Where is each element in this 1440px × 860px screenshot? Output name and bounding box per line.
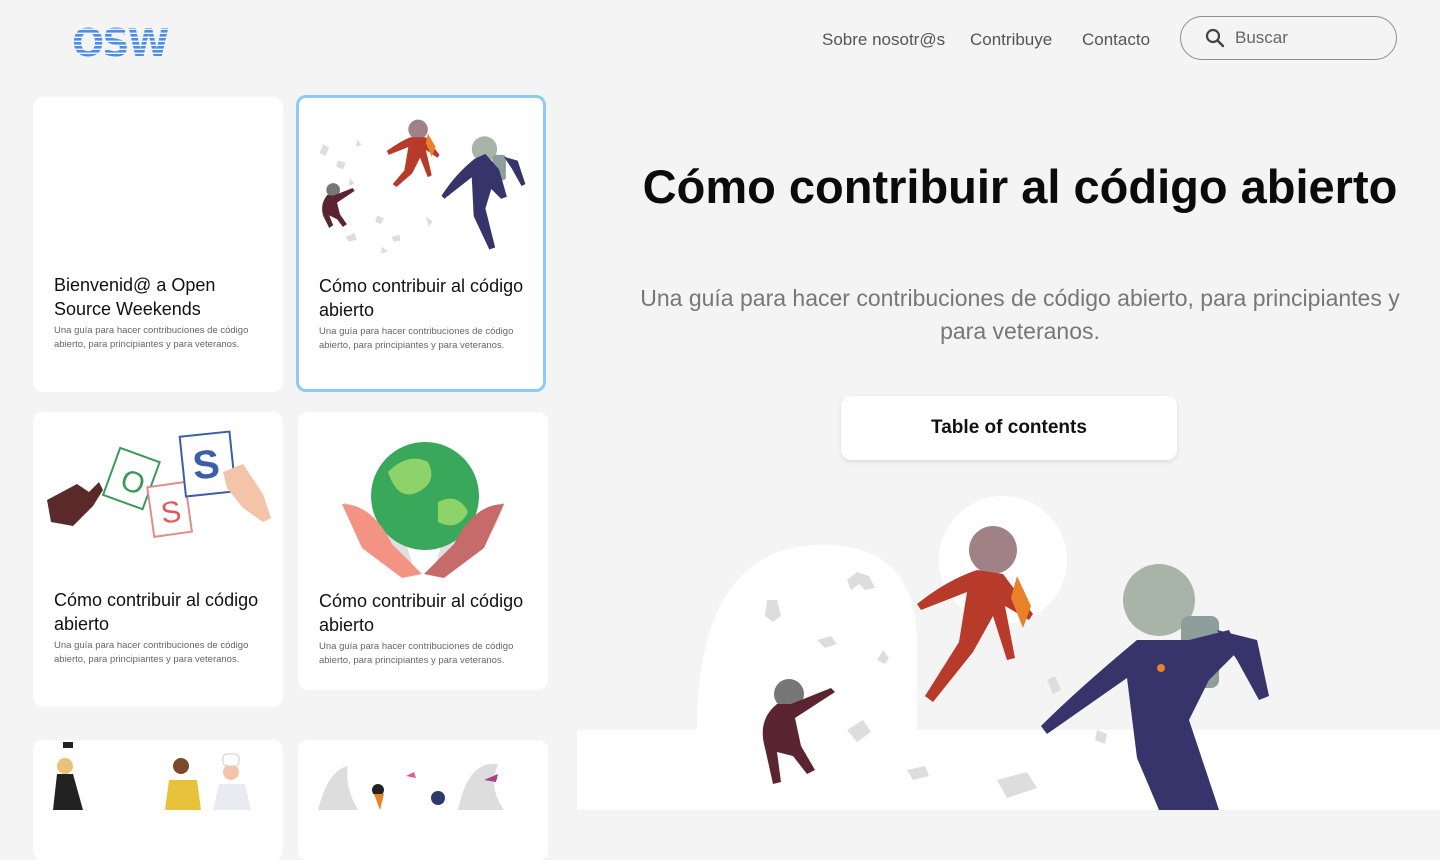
- page-title: Cómo contribuir al código abierto: [642, 160, 1398, 213]
- card-description: Una guía para hacer contribuciones de có…: [319, 641, 514, 666]
- letter-cards-illustration: O S S: [47, 430, 271, 538]
- header: OSW Sobre nosotr@s Contribuye Contacto: [0, 0, 1440, 80]
- small-astronaut: [322, 183, 355, 229]
- table-of-contents-button[interactable]: Table of contents: [841, 396, 1177, 460]
- search-input[interactable]: [1233, 27, 1387, 49]
- card-how-to-contribute-active[interactable]: Cómo contribuir al código abierto Una gu…: [296, 95, 546, 392]
- osw-logo[interactable]: OSW: [72, 21, 171, 65]
- card-title: Cómo contribuir al código abierto: [319, 591, 524, 635]
- card-title: Bienvenid@ a Open Source Weekends: [54, 275, 216, 319]
- card-people[interactable]: [33, 740, 283, 860]
- hero-navy-astronaut: [1041, 564, 1269, 810]
- card-title: Cómo contribuir al código abierto: [319, 276, 524, 320]
- astronauts-illustration: [319, 119, 526, 254]
- nav-contribute[interactable]: Contribuye: [970, 30, 1052, 50]
- logo-text: OSW: [72, 22, 168, 60]
- card-how-to-contribute[interactable]: O S S Cómo contribuir al código abierto …: [33, 412, 283, 707]
- card-description: Una guía para hacer contribuciones de có…: [319, 326, 514, 351]
- card-how-to-contribute-globe[interactable]: Cómo contribuir al código abierto Una gu…: [298, 412, 548, 690]
- globe-hands-illustration: [342, 442, 504, 578]
- card-welcome[interactable]: Bienvenid@ a Open Source Weekends Una gu…: [33, 97, 283, 392]
- search-box[interactable]: [1180, 16, 1397, 60]
- hero-astronauts-illustration: [697, 496, 1269, 810]
- search-icon: [1205, 28, 1225, 48]
- jungle-illustration: [318, 763, 504, 810]
- navy-astronaut: [441, 136, 526, 250]
- nav-about[interactable]: Sobre nosotr@s: [822, 30, 945, 50]
- card-jungle[interactable]: [298, 740, 548, 860]
- letter-s-blue: S: [191, 442, 222, 489]
- card-description: Una guía para hacer contribuciones de có…: [54, 325, 249, 350]
- people-illustration: [53, 742, 251, 810]
- page-subtitle: Una guía para hacer contribuciones de có…: [640, 285, 1400, 344]
- red-astronaut: [386, 119, 440, 188]
- card-title: Cómo contribuir al código abierto: [54, 590, 259, 634]
- card-description: Una guía para hacer contribuciones de có…: [54, 640, 249, 665]
- nav-contact[interactable]: Contacto: [1082, 30, 1150, 50]
